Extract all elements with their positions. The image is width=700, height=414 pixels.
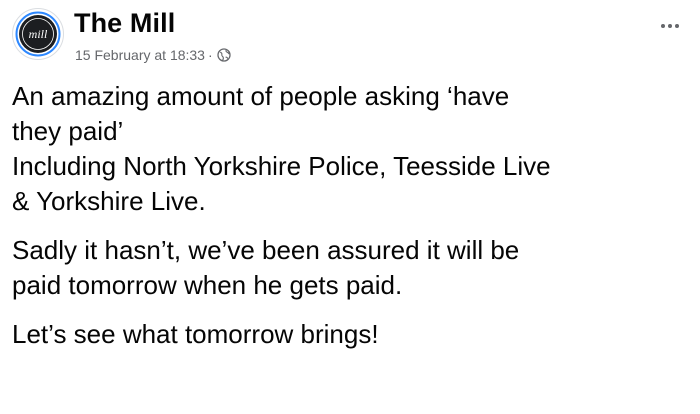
post-text-line: Let’s see what tomorrow brings!	[12, 319, 379, 349]
post-meta: 15 February at 18:33 ·	[75, 47, 231, 63]
post-text-line: An amazing amount of people asking ‘have	[12, 81, 510, 111]
post-text-line: & Yorkshire Live.	[12, 186, 206, 216]
post-timestamp[interactable]: 15 February at 18:33	[75, 47, 205, 63]
post-text-line: paid tomorrow when he gets paid.	[12, 270, 403, 300]
post-header: mill The Mill 15 February at 18:33 ·	[12, 6, 688, 68]
post-paragraph: Let’s see what tomorrow brings!	[12, 317, 692, 352]
page-name[interactable]: The Mill	[74, 8, 175, 39]
post-body: An amazing amount of people asking ‘have…	[12, 79, 692, 352]
page-avatar[interactable]: mill	[12, 8, 64, 60]
post-text-line: they paid’	[12, 116, 124, 146]
facebook-post: mill The Mill 15 February at 18:33 · An …	[0, 0, 700, 414]
post-paragraph: An amazing amount of people asking ‘have…	[12, 79, 692, 219]
post-paragraph: Sadly it hasn’t, we’ve been assured it w…	[12, 233, 692, 303]
more-options-icon	[661, 24, 679, 28]
post-text-line: Including North Yorkshire Police, Teessi…	[12, 151, 551, 181]
the-mill-logo-icon: mill	[15, 11, 61, 57]
meta-separator: ·	[207, 47, 213, 63]
avatar-logo-text: mill	[29, 27, 48, 41]
more-options-button[interactable]	[652, 12, 688, 40]
globe-icon[interactable]	[217, 48, 231, 62]
post-text-line: Sadly it hasn’t, we’ve been assured it w…	[12, 235, 520, 265]
